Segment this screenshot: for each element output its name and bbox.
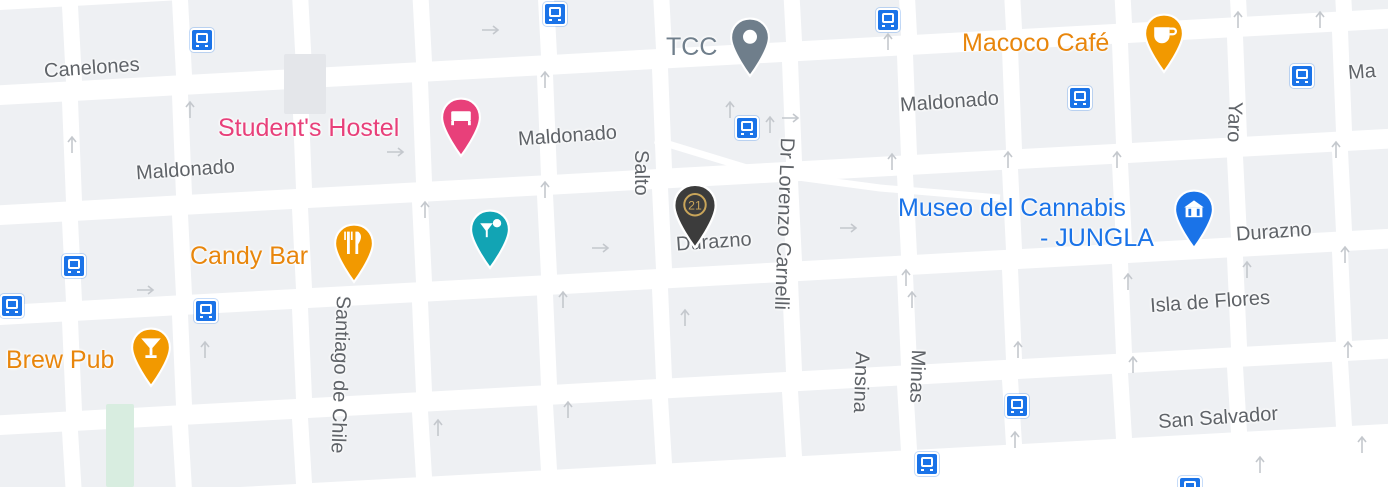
- bus-stop-icon[interactable]: [1005, 394, 1029, 418]
- cafe-pin-icon[interactable]: [1143, 12, 1185, 76]
- bus-stop-icon[interactable]: [62, 254, 86, 278]
- bus-stop-icon[interactable]: [876, 8, 900, 32]
- business-pin-icon[interactable]: 21: [672, 182, 718, 252]
- bus-stop-icon[interactable]: [915, 452, 939, 476]
- restaurant-pin-icon[interactable]: [333, 222, 375, 286]
- street-label-minas: Minas: [905, 349, 929, 404]
- hotel-pin-icon[interactable]: [440, 96, 482, 160]
- street-label-ansina: Ansina: [848, 351, 873, 414]
- poi-label-museo-cannabis-line1[interactable]: Museo del Cannabis: [898, 196, 1126, 221]
- poi-label-tcc[interactable]: TCC: [666, 35, 717, 60]
- bus-stop-icon[interactable]: [735, 116, 759, 140]
- bus-stop-icon[interactable]: [0, 294, 24, 318]
- street-label-salto: Salto: [630, 150, 652, 196]
- svg-text:21: 21: [688, 198, 702, 212]
- bus-stop-icon[interactable]: [543, 2, 567, 26]
- street-label-durazno-east: Durazno: [1235, 218, 1313, 246]
- bus-stop-icon[interactable]: [1068, 86, 1092, 110]
- poi-label-students-hostel[interactable]: Student's Hostel: [218, 116, 399, 141]
- landmark-pin-icon[interactable]: [729, 16, 771, 80]
- street-label-maldonado-edge: Ma: [1347, 60, 1377, 84]
- poi-label-macoco-cafe[interactable]: Macoco Café: [962, 31, 1109, 56]
- museum-pin-icon[interactable]: [1173, 188, 1215, 252]
- cocktail-pin-icon[interactable]: [469, 208, 511, 272]
- bus-stop-icon[interactable]: [1178, 476, 1202, 487]
- bus-stop-icon[interactable]: [194, 299, 218, 323]
- map-canvas[interactable]: Canelones Maldonado Maldonado Maldonado …: [0, 0, 1388, 487]
- bus-stop-icon[interactable]: [190, 28, 214, 52]
- bar-pin-icon[interactable]: [130, 326, 172, 390]
- poi-label-museo-cannabis-line2[interactable]: - JUNGLA: [1040, 226, 1154, 251]
- poi-label-brew-pub[interactable]: Brew Pub: [6, 348, 114, 373]
- street-label-yaro: Yaro: [1222, 101, 1246, 143]
- poi-label-candy-bar[interactable]: Candy Bar: [190, 244, 308, 269]
- bus-stop-icon[interactable]: [1290, 64, 1314, 88]
- street-label-santiago-de-chile: Santiago de Chile: [326, 295, 354, 454]
